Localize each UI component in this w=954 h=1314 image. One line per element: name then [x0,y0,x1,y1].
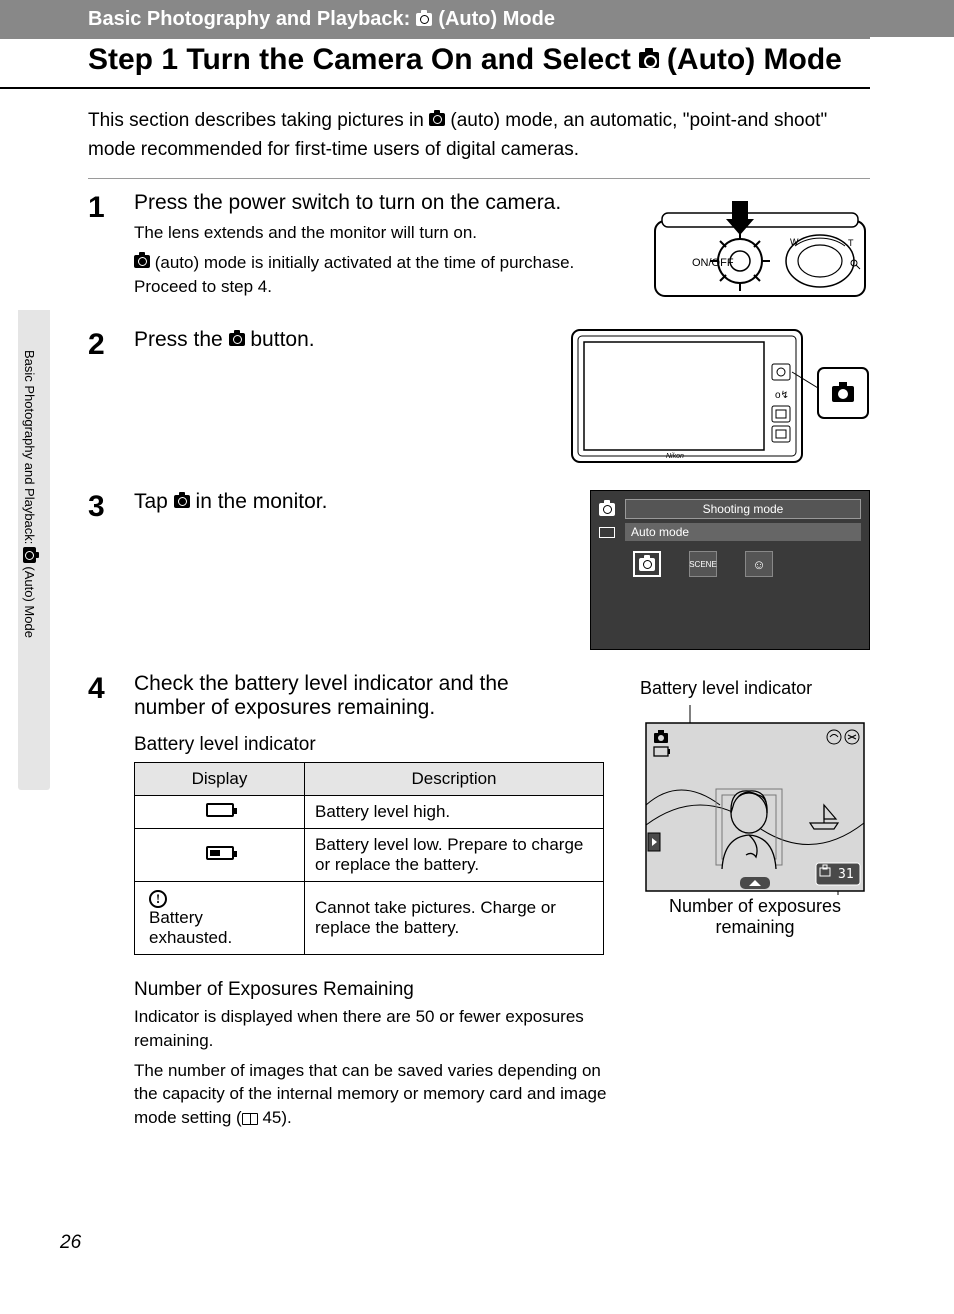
camera-icon [174,495,190,508]
step-number: 1 [88,191,116,306]
chapter-banner: Basic Photography and Playback: (Auto) M… [0,0,954,37]
step-number: 4 [88,672,116,706]
battery-exhausted-label: exhausted. [149,928,232,947]
table-header-description: Description [305,763,604,796]
intro-paragraph: This section describes taking pictures i… [88,107,870,164]
side-tab: Basic Photography and Playback: (Auto) M… [18,310,50,790]
menu-header: Shooting mode [625,499,861,519]
exposures-line: Indicator is displayed when there are 50… [134,1005,622,1053]
battery-exhausted-label: Battery [149,908,203,927]
title-suffix: (Auto) Mode [667,43,842,77]
caption-battery-indicator: Battery level indicator [640,678,870,699]
exposures-text: The number of images that can be saved v… [134,1061,606,1128]
step-title-span: Tap [134,490,174,513]
step-number: 3 [88,490,116,650]
step-title: Press the button. [134,328,552,352]
camera-icon [599,503,615,516]
step-title-span: Press the [134,328,229,351]
step-title-span: in the monitor. [190,490,328,513]
illustration-battery-exposures: Battery level indicator [640,672,870,944]
step-2: 2 Press the button. o↯ Nikon [88,328,870,468]
step-1: 1 Press the power switch to turn on the … [88,191,870,306]
title-prefix: Step 1 Turn the Camera On and Select [88,43,631,77]
step-3: 3 Tap in the monitor. Shooting mode Auto… [88,490,870,650]
table-cell: Battery level high. [305,796,604,829]
svg-text:W: W [790,237,799,247]
camera-icon [639,558,655,571]
exposures-heading: Number of Exposures Remaining [134,979,622,1001]
step-title: Tap in the monitor. [134,490,572,514]
step-subtext: The lens extends and the monitor will tu… [134,221,632,245]
battery-full-icon [206,803,234,817]
step-title: Press the power switch to turn on the ca… [134,191,632,215]
camera-icon [416,13,432,26]
step-subtext: (auto) mode is initially activated at th… [134,251,632,299]
page-ref-number: 45). [258,1108,292,1127]
table-row: Battery level low. Prepare to charge or … [135,829,604,882]
intro-text: This section describes taking pictures i… [88,110,429,131]
on-off-label: ON/OFF [692,257,734,269]
exposures-line: The number of images that can be saved v… [134,1059,622,1130]
side-tab-suffix: (Auto) Mode [22,566,37,638]
camera-icon [429,113,445,126]
table-cell: Cannot take pictures. Charge or replace … [305,882,604,955]
battery-low-icon [206,846,234,860]
playback-icon [599,527,615,538]
page-title: Step 1 Turn the Camera On and Select (Au… [0,37,870,89]
table-header-display: Display [135,763,305,796]
page-ref-icon [242,1113,258,1125]
svg-text:Nikon: Nikon [666,453,684,460]
table-cell: Battery level low. Prepare to charge or … [305,829,604,882]
svg-text:T: T [848,238,854,248]
banner-suffix: (Auto) Mode [438,8,555,31]
step-4: 4 Check the battery level indicator and … [88,672,870,1136]
camera-icon [134,255,150,268]
mode-scene-icon: SCENE [689,551,717,577]
svg-text:o↯: o↯ [775,390,789,401]
table-row: ! Battery exhausted. Cannot take picture… [135,882,604,955]
caption-exposures-remaining: Number of exposures remaining [640,896,870,938]
step-title: Check the battery level indicator and th… [134,672,564,720]
illustration-power-switch: ON/OFF W T [650,191,870,306]
banner-prefix: Basic Photography and Playback: [88,8,410,31]
side-tab-prefix: Basic Photography and Playback: [22,350,37,544]
warning-icon: ! [149,890,167,908]
mode-smile-icon: ☺ [745,551,773,577]
page-number: 26 [60,1232,81,1254]
camera-icon [229,333,245,346]
camera-icon [639,52,659,68]
svg-text:31: 31 [838,867,854,882]
battery-indicator-heading: Battery level indicator [134,734,622,756]
menu-sub: Auto mode [625,523,861,541]
illustration-camera-back: o↯ Nikon [570,328,870,468]
divider [88,178,870,179]
mode-auto-icon [633,551,661,577]
camera-icon [23,547,36,563]
illustration-monitor-menu: Shooting mode Auto mode SCENE ☺ [590,490,870,650]
step-subtext-span: (auto) mode is initially activated at th… [134,253,574,296]
step-number: 2 [88,328,116,468]
step-title-span: button. [245,328,315,351]
table-row: Battery level high. [135,796,604,829]
battery-level-table: Display Description Battery level high. … [134,762,604,955]
